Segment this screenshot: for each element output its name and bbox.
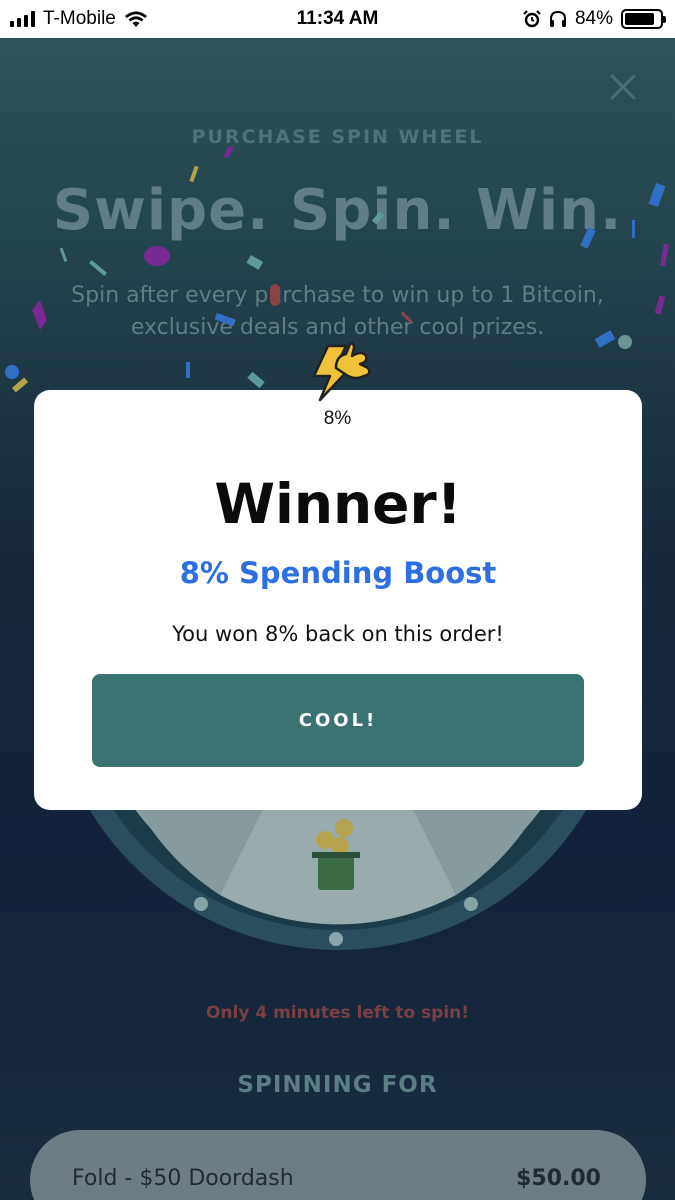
page-description: Spin after every purchase to win up to 1… [71, 283, 604, 340]
spin-timer-text: Only 4 minutes left to spin! [205, 1003, 470, 1023]
cool-button[interactable]: COOL! [92, 674, 584, 767]
page-subtitle: PURCHASE SPIN WHEEL [191, 126, 484, 148]
prize-message: You won 8% back on this order! [172, 622, 504, 646]
alarm-icon [523, 10, 541, 28]
order-name: Fold - $50 Doordash [72, 1166, 294, 1191]
page-title: Swipe. Spin. Win. [52, 178, 623, 243]
lightning-hand-icon [312, 342, 371, 402]
close-icon[interactable] [606, 70, 640, 104]
modal-title: Winner! [214, 472, 462, 536]
order-card: Fold - $50 Doordash $50.00 [30, 1130, 646, 1200]
battery-percent: 84% [574, 8, 613, 29]
order-amount: $50.00 [516, 1166, 601, 1191]
battery-icon [621, 9, 666, 29]
headphones-icon [549, 10, 566, 27]
spin-wheel-screen: T-Mobile 11:34 AM 84% PURCHASE SPIN WHEE… [0, 0, 675, 1200]
winner-modal: Winner! 8% Spending Boost You won 8% bac… [34, 390, 642, 810]
badge-label: 8% [323, 408, 352, 429]
prize-label: 8% Spending Boost [179, 556, 497, 590]
status-bar: T-Mobile 11:34 AM 84% [0, 0, 675, 38]
spinning-for-label: SPINNING FOR [237, 1072, 438, 1098]
